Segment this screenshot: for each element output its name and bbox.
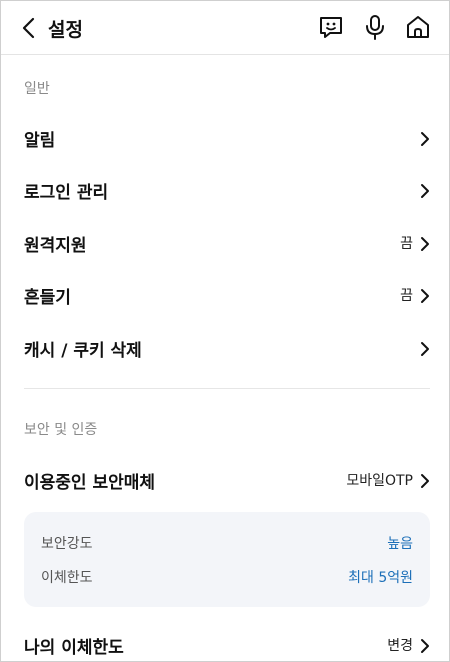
row-label: 알림 bbox=[24, 131, 56, 151]
security-strength-value: 높음 bbox=[387, 536, 413, 552]
section-divider bbox=[24, 388, 430, 389]
settings-row-security-media[interactable]: 이용중인 보안매체 모바일OTP bbox=[1, 456, 449, 506]
security-info-card: 보안강도 높음 이체한도 최대 5억원 bbox=[24, 512, 430, 607]
section-label-security: 보안 및 인증 bbox=[24, 422, 98, 438]
row-value: 변경 bbox=[387, 638, 413, 654]
row-value: 모바일OTP bbox=[346, 473, 413, 489]
chevron-right-icon bbox=[421, 237, 429, 251]
row-label: 이용중인 보안매체 bbox=[24, 473, 156, 493]
row-value: 끔 bbox=[400, 236, 413, 252]
chevron-right-icon bbox=[421, 289, 429, 303]
settings-row-my-transfer-limit[interactable]: 나의 이체한도 변경 bbox=[1, 621, 449, 661]
row-label: 원격지원 bbox=[24, 236, 87, 256]
chevron-right-icon bbox=[421, 132, 429, 146]
chat-face-icon[interactable] bbox=[317, 13, 345, 41]
row-label: 나의 이체한도 bbox=[24, 638, 124, 658]
row-label: 캐시 / 쿠키 삭제 bbox=[24, 341, 142, 361]
settings-row-notifications[interactable]: 알림 bbox=[1, 114, 449, 164]
settings-row-remote-support[interactable]: 원격지원 끔 bbox=[1, 219, 449, 269]
chevron-right-icon bbox=[421, 639, 429, 653]
transfer-limit-label: 이체한도 bbox=[41, 570, 93, 586]
transfer-limit-value: 최대 5억원 bbox=[348, 570, 413, 586]
header: 설정 bbox=[1, 1, 449, 55]
chevron-right-icon bbox=[421, 184, 429, 198]
chevron-right-icon bbox=[421, 474, 429, 488]
settings-row-login-management[interactable]: 로그인 관리 bbox=[1, 166, 449, 216]
settings-screen: 설정 일반 알림 로그인 관리 원격지원 끔 흔들기 끔 캐시 / 쿠키 삭제 … bbox=[0, 0, 450, 662]
settings-row-shake[interactable]: 흔들기 끔 bbox=[1, 271, 449, 321]
row-value: 끔 bbox=[400, 288, 413, 304]
page-title: 설정 bbox=[48, 19, 83, 41]
home-icon[interactable] bbox=[404, 13, 432, 41]
security-strength-label: 보안강도 bbox=[41, 536, 93, 552]
chevron-right-icon bbox=[421, 342, 429, 356]
row-label: 로그인 관리 bbox=[24, 183, 109, 203]
row-label: 흔들기 bbox=[24, 288, 71, 308]
settings-row-clear-cache[interactable]: 캐시 / 쿠키 삭제 bbox=[1, 324, 449, 374]
back-chevron-icon[interactable] bbox=[18, 15, 40, 41]
section-label-general: 일반 bbox=[24, 81, 50, 97]
microphone-icon[interactable] bbox=[361, 13, 389, 41]
